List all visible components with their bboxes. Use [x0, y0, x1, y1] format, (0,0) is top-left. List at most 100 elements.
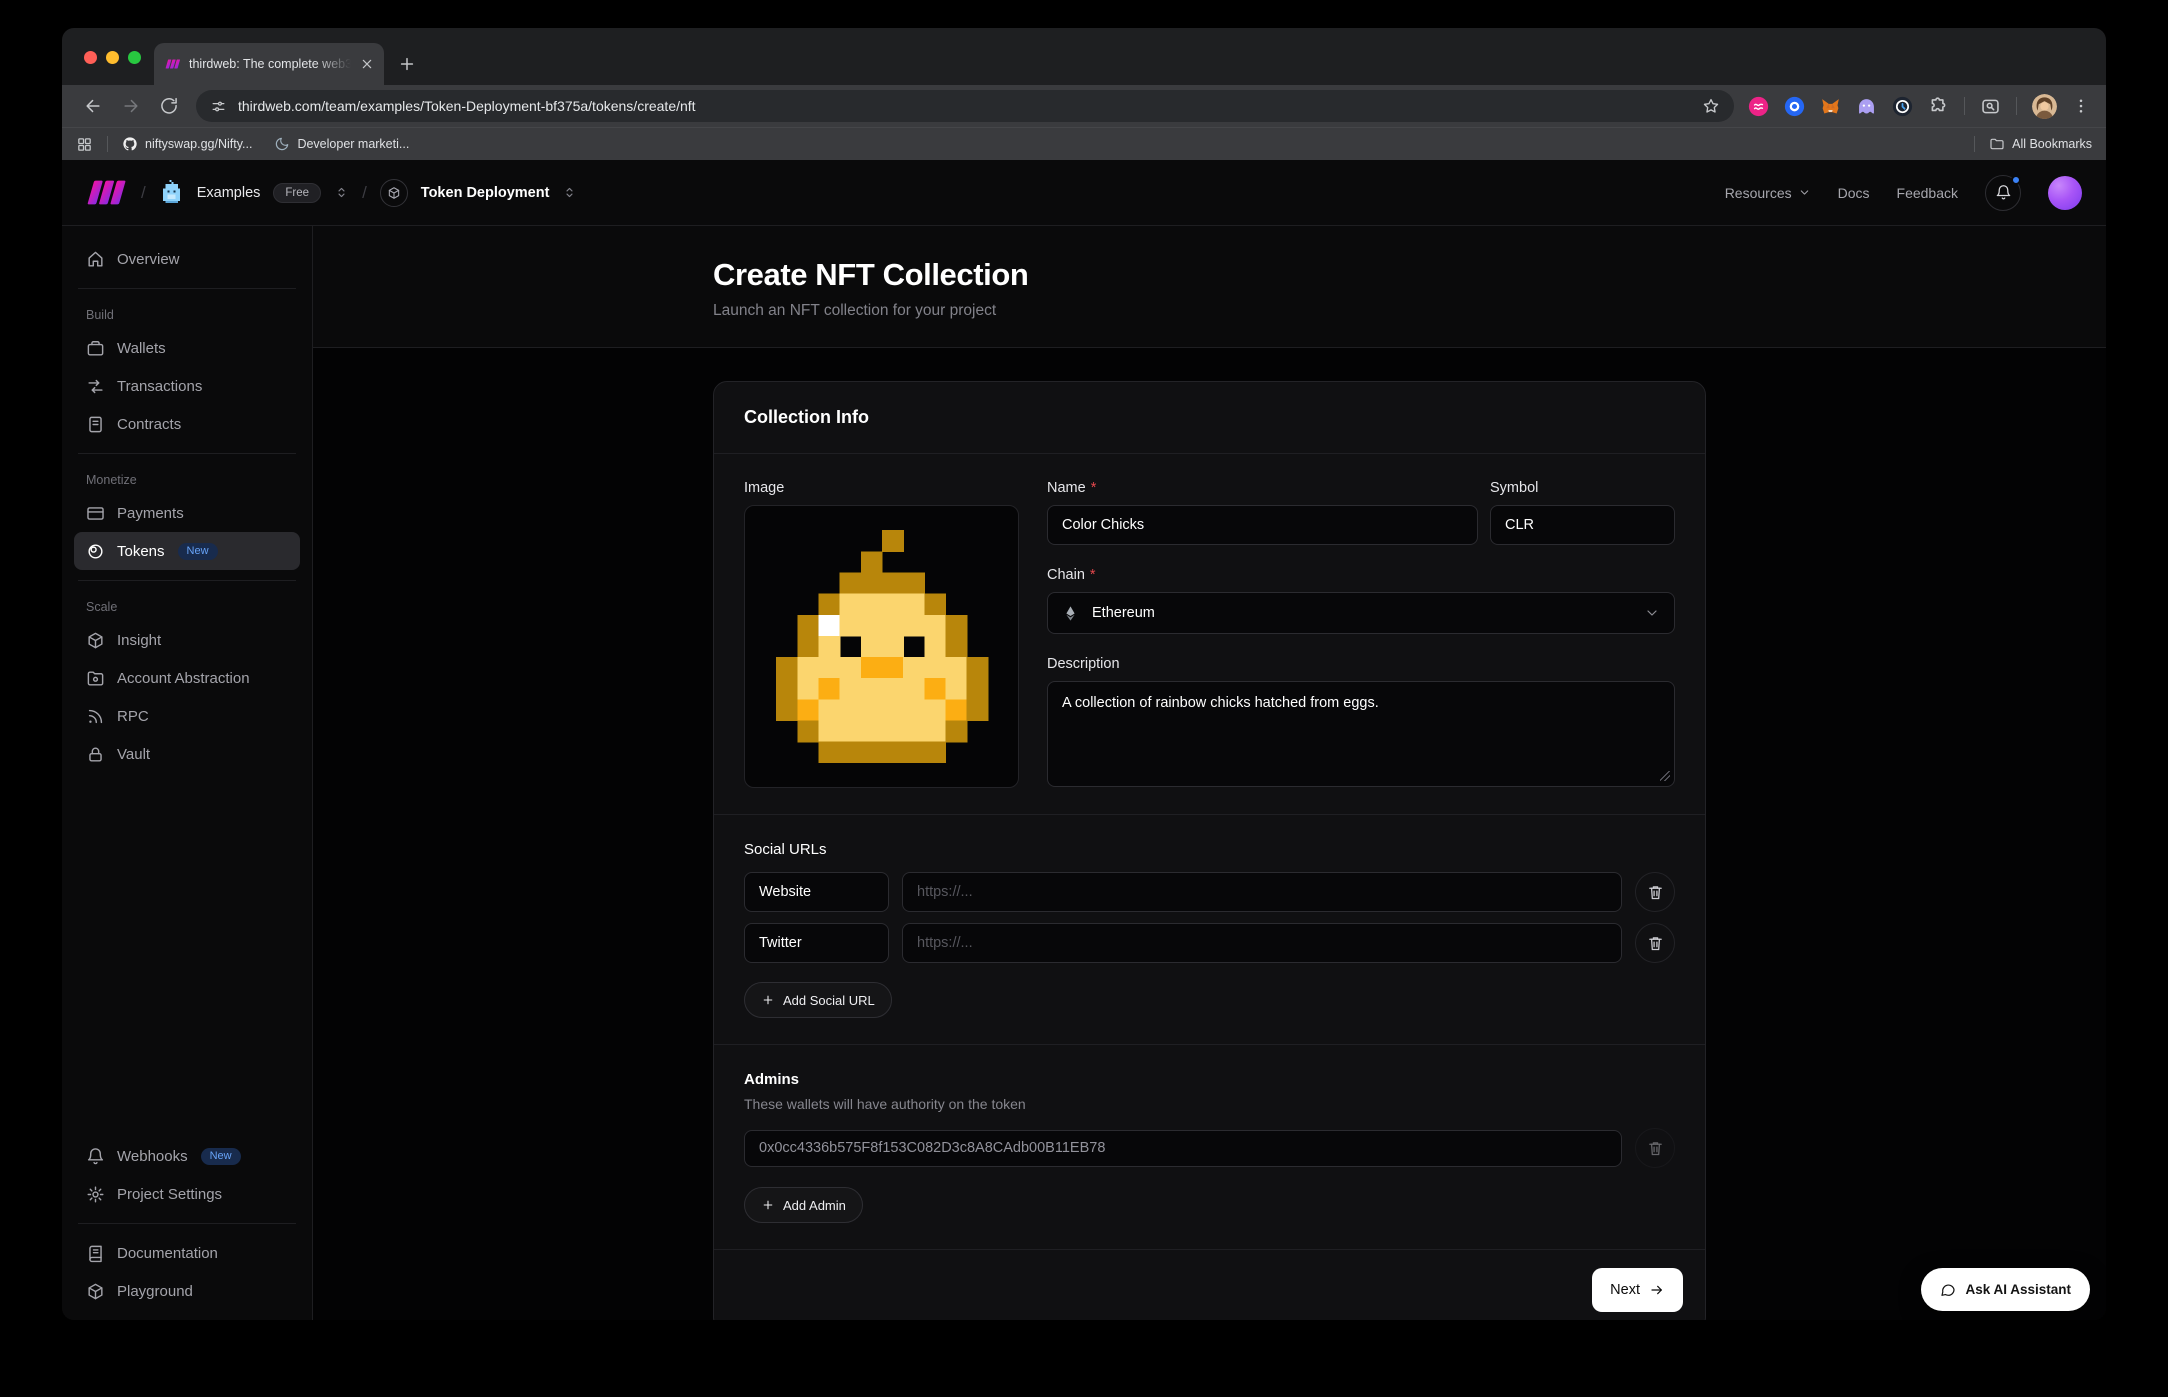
browser-tab[interactable]: thirdweb: The complete web3 development … [154, 43, 384, 85]
browser-menu-icon[interactable] [2072, 97, 2090, 115]
symbol-input[interactable] [1490, 505, 1675, 545]
apps-grid-icon[interactable] [76, 136, 93, 153]
required-asterisk: * [1091, 480, 1097, 496]
metamask-extension-icon[interactable] [1820, 96, 1841, 117]
site-info-icon[interactable] [210, 98, 227, 115]
social-url-row-website [744, 872, 1675, 912]
bell-icon [1995, 184, 2012, 201]
ethereum-icon [1062, 605, 1079, 622]
chain-select[interactable]: Ethereum [1047, 592, 1675, 634]
add-admin-button[interactable]: Add Admin [744, 1187, 863, 1223]
file-icon [86, 415, 105, 434]
sidebar-divider [78, 288, 296, 289]
team-switcher-icon[interactable] [334, 185, 349, 200]
cube-icon [387, 186, 401, 200]
sidebar-item-documentation[interactable]: Documentation [74, 1234, 300, 1272]
sidebar-item-insight[interactable]: Insight [74, 621, 300, 659]
chat-bubble-icon [1940, 1282, 1956, 1298]
zoom-window-button[interactable] [128, 51, 141, 64]
rss-icon [86, 707, 105, 726]
breadcrumb-separator: / [141, 183, 146, 203]
sidebar-item-rpc[interactable]: RPC [74, 697, 300, 735]
sidebar-item-project-settings[interactable]: Project Settings [74, 1175, 300, 1213]
team-avatar [159, 180, 184, 205]
bookmark-item-niftyswap-gg-nifty[interactable]: niftyswap.gg/Nifty... [122, 136, 252, 152]
browser-toolbar: thirdweb.com/team/examples/Token-Deploym… [62, 85, 2106, 127]
sidebar-item-playground[interactable]: Playground [74, 1272, 300, 1310]
docs-link[interactable]: Docs [1838, 185, 1870, 201]
ask-ai-assistant-button[interactable]: Ask AI Assistant [1921, 1268, 2090, 1311]
social-url-input[interactable] [902, 923, 1622, 963]
breadcrumb: / Examples Free / Token Deployment [86, 179, 577, 207]
social-platform-input[interactable] [744, 923, 889, 963]
close-window-button[interactable] [84, 51, 97, 64]
tab-search-icon[interactable] [1980, 96, 2001, 117]
social-platform-input[interactable] [744, 872, 889, 912]
extension-pink-icon[interactable] [1748, 96, 1769, 117]
admin-wallet-input[interactable] [744, 1130, 1622, 1167]
delete-admin-button[interactable] [1635, 1128, 1675, 1168]
moon-icon [274, 136, 290, 152]
back-button[interactable] [83, 96, 103, 116]
home-icon [86, 250, 105, 269]
bookmark-star-icon[interactable] [1702, 97, 1720, 115]
sidebar-item-wallets[interactable]: Wallets [74, 329, 300, 367]
notifications-button[interactable] [1985, 175, 2021, 211]
sidebar-divider [78, 453, 296, 454]
name-input[interactable] [1047, 505, 1478, 545]
phantom-extension-icon[interactable] [1856, 96, 1877, 117]
browser-profile-avatar[interactable] [2032, 94, 2057, 119]
bookmark-item-developer-marketi[interactable]: Developer marketi... [274, 136, 409, 152]
collection-image-upload[interactable] [744, 505, 1019, 788]
extensions-puzzle-icon[interactable] [1928, 96, 1949, 117]
sidebar-item-transactions[interactable]: Transactions [74, 367, 300, 405]
clock-extension-icon[interactable] [1892, 96, 1913, 117]
lock-icon [86, 745, 105, 764]
admin-wallet-row [744, 1128, 1675, 1168]
project-avatar [380, 179, 408, 207]
all-bookmarks-label: All Bookmarks [2012, 137, 2092, 151]
social-url-row-twitter [744, 923, 1675, 963]
sidebar-item-overview[interactable]: Overview [74, 240, 300, 278]
user-avatar[interactable] [2048, 176, 2082, 210]
collection-info-card: Collection Info Image [713, 381, 1706, 1320]
next-button[interactable]: Next [1592, 1268, 1683, 1312]
page-content: Collection Info Image [313, 348, 2106, 1320]
description-textarea[interactable]: A collection of rainbow chicks hatched f… [1047, 681, 1675, 787]
resources-menu[interactable]: Resources [1725, 185, 1811, 201]
forward-button[interactable] [121, 96, 141, 116]
sidebar-divider [78, 1223, 296, 1224]
delete-social-url-button[interactable] [1635, 923, 1675, 963]
box-icon [86, 631, 105, 650]
book-icon [86, 1244, 105, 1263]
cube-icon [86, 1282, 105, 1301]
sidebar-item-payments[interactable]: Payments [74, 494, 300, 532]
project-switcher-icon[interactable] [562, 185, 577, 200]
app-header: / Examples Free / Token Deployment Resou… [62, 160, 2106, 226]
social-url-input[interactable] [902, 872, 1622, 912]
delete-social-url-button[interactable] [1635, 872, 1675, 912]
sidebar-item-contracts[interactable]: Contracts [74, 405, 300, 443]
new-tab-button[interactable] [397, 54, 417, 74]
chain-label: Chain* [1047, 567, 1675, 583]
trash-icon [1647, 935, 1664, 952]
minimize-window-button[interactable] [106, 51, 119, 64]
url-bar[interactable]: thirdweb.com/team/examples/Token-Deploym… [196, 90, 1734, 122]
extension-blue-icon[interactable] [1784, 96, 1805, 117]
reload-button[interactable] [159, 96, 179, 116]
feedback-link[interactable]: Feedback [1897, 185, 1958, 201]
all-bookmarks-button[interactable]: All Bookmarks [1989, 136, 2092, 152]
folder-icon [1989, 136, 2005, 152]
project-name[interactable]: Token Deployment [421, 185, 550, 201]
toolbar-divider [2016, 97, 2017, 115]
sidebar-item-vault[interactable]: Vault [74, 735, 300, 773]
team-name[interactable]: Examples [197, 185, 261, 201]
tab-close-icon[interactable] [359, 56, 375, 72]
sidebar-section-scale: Scale [74, 591, 300, 621]
add-social-url-button[interactable]: Add Social URL [744, 982, 892, 1018]
sidebar-item-account-abstraction[interactable]: Account Abstraction [74, 659, 300, 697]
sidebar-item-tokens[interactable]: TokensNew [74, 532, 300, 570]
thirdweb-logo[interactable] [86, 180, 128, 205]
sidebar-item-webhooks[interactable]: WebhooksNew [74, 1137, 300, 1175]
image-label: Image [744, 480, 1019, 496]
